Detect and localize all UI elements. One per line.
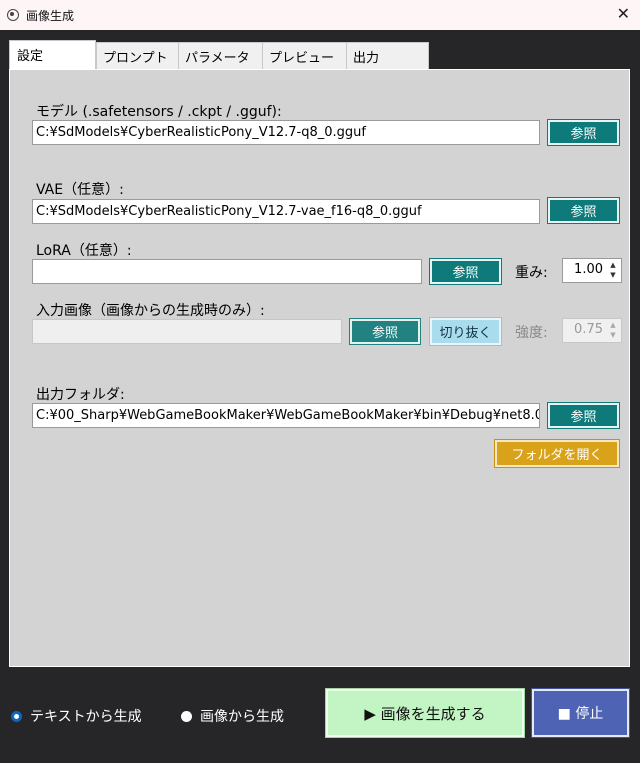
settings-panel (9, 69, 630, 667)
app-icon (7, 9, 19, 21)
image-to-image-radio[interactable]: 画像から生成 (181, 706, 284, 726)
generate-button[interactable]: ▶ 画像を生成する (325, 688, 525, 738)
tab-prompt[interactable]: プロンプト (96, 42, 179, 69)
lora-browse-button[interactable]: 参照 (429, 258, 502, 285)
radio-unchecked-icon (181, 710, 192, 722)
strength-stepper[interactable]: 0.75 ▲ ▼ (562, 318, 622, 343)
vae-path-input[interactable]: C:¥SdModels¥CyberRealisticPony_V12.7-vae… (32, 199, 540, 224)
model-label: モデル (.safetensors / .ckpt / .gguf): (36, 104, 282, 120)
strength-value: 0.75 (574, 322, 603, 337)
crop-button[interactable]: 切り抜く (429, 317, 502, 346)
text-to-image-label: テキストから生成 (30, 709, 142, 725)
text-to-image-radio[interactable]: テキストから生成 (11, 706, 142, 726)
output-browse-button[interactable]: 参照 (547, 402, 620, 429)
stepper-arrows-icon[interactable]: ▲ ▼ (606, 260, 620, 281)
lora-weight-label: 重み: (515, 265, 548, 281)
close-icon[interactable]: ✕ (617, 4, 630, 23)
title-bar: 画像生成 ✕ (0, 0, 640, 30)
lora-weight-stepper[interactable]: 1.00 ▲ ▼ (562, 258, 622, 283)
tab-settings[interactable]: 設定 (9, 40, 96, 70)
vae-label: VAE（任意）: (36, 182, 124, 198)
model-browse-button[interactable]: 参照 (547, 119, 620, 146)
vae-browse-button[interactable]: 参照 (547, 197, 620, 224)
radio-checked-icon (11, 710, 22, 722)
tab-parameters[interactable]: パラメータ (178, 42, 263, 69)
model-path-input[interactable]: C:¥SdModels¥CyberRealisticPony_V12.7-q8_… (32, 120, 540, 145)
strength-label: 強度: (515, 325, 548, 341)
output-folder-label: 出力フォルダ: (36, 387, 125, 403)
tab-preview[interactable]: プレビュー (262, 42, 347, 69)
window-title: 画像生成 (26, 8, 75, 23)
stop-button[interactable]: ■ 停止 (531, 688, 630, 738)
image-to-image-label: 画像から生成 (200, 709, 284, 725)
output-folder-input[interactable]: C:¥00_Sharp¥WebGameBookMaker¥WebGameBook… (32, 403, 540, 428)
lora-label: LoRA（任意）: (36, 243, 132, 259)
lora-path-input[interactable] (32, 259, 422, 284)
stepper-arrows-icon[interactable]: ▲ ▼ (606, 320, 620, 341)
input-image-path-input[interactable] (32, 319, 342, 344)
tab-output[interactable]: 出力 (346, 42, 429, 69)
lora-weight-value: 1.00 (574, 262, 603, 277)
input-image-browse-button[interactable]: 参照 (349, 318, 421, 345)
open-folder-button[interactable]: フォルダを開く (494, 439, 620, 468)
input-image-label: 入力画像（画像からの生成時のみ）: (36, 303, 265, 319)
